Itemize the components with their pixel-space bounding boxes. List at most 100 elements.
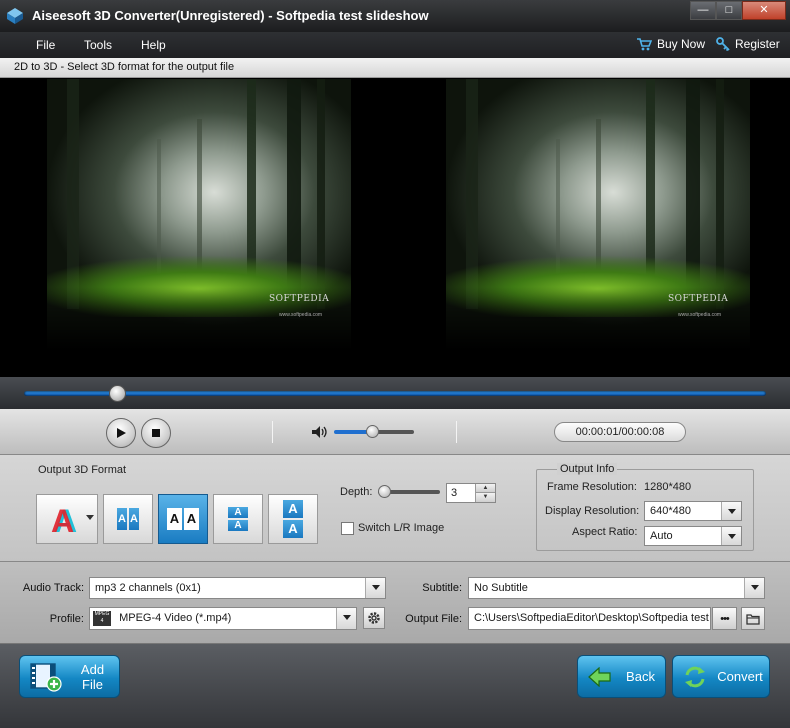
- play-icon: [117, 428, 126, 438]
- hint-bar: 2D to 3D - Select 3D format for the outp…: [0, 58, 790, 78]
- aspect-ratio-value: Auto: [650, 530, 673, 542]
- register-label: Register: [735, 37, 780, 51]
- back-button[interactable]: Back: [577, 655, 666, 698]
- title-bar: Aiseesoft 3D Converter(Unregistered) - S…: [0, 0, 790, 32]
- preview-watermark-url: www.softpedia.com: [678, 312, 722, 318]
- subtitle-label: Subtitle:: [422, 582, 462, 594]
- folder-icon: [746, 613, 760, 625]
- output-settings-panel: Audio Track: mp3 2 channels (0x1) Subtit…: [0, 562, 790, 644]
- preview-watermark-url: www.softpedia.com: [279, 312, 323, 318]
- switch-lr-checkbox[interactable]: [341, 522, 354, 535]
- profile-select[interactable]: MPEG 4 MPEG-4 Video (*.mp4): [89, 607, 357, 630]
- gear-icon: [368, 612, 380, 624]
- open-folder-button[interactable]: [741, 607, 765, 630]
- audio-track-label: Audio Track:: [22, 582, 84, 594]
- display-resolution-select[interactable]: 640*480: [644, 501, 742, 521]
- side-by-side-full-icon: A A: [167, 508, 199, 530]
- register-link[interactable]: Register: [716, 37, 780, 51]
- hint-text: 2D to 3D - Select 3D format for the outp…: [14, 61, 235, 73]
- buy-now-link[interactable]: Buy Now: [636, 37, 705, 51]
- output-info-group: Output Info Frame Resolution: 1280*480 D…: [536, 463, 754, 551]
- add-file-icon: [30, 662, 62, 692]
- buy-now-label: Buy Now: [657, 37, 706, 51]
- display-resolution-label: Display Resolution:: [545, 505, 640, 517]
- depth-label: Depth:: [340, 486, 373, 498]
- display-resolution-value: 640*480: [650, 505, 691, 517]
- playback-controls: 00:00:01/00:00:08: [0, 409, 790, 455]
- preview-left-image: SOFTPEDIA www.softpedia.com: [47, 79, 351, 377]
- convert-refresh-icon: [685, 666, 705, 687]
- output-info-legend: Output Info: [557, 463, 618, 475]
- aspect-ratio-select[interactable]: Auto: [644, 526, 742, 546]
- seek-bar-area: [0, 377, 790, 409]
- time-display: 00:00:01/00:00:08: [554, 422, 686, 442]
- preview-right-image: SOFTPEDIA www.softpedia.com: [446, 79, 750, 377]
- chevron-down-icon[interactable]: [336, 608, 356, 629]
- output-format-panel: Output 3D Format A A A A A A A A A A Dep…: [0, 455, 790, 562]
- menu-bar: File Tools Help Buy Now Register: [0, 32, 790, 58]
- audio-track-value: mp3 2 channels (0x1): [95, 582, 201, 594]
- output-file-input[interactable]: C:\Users\SoftpediaEditor\Desktop\Softped…: [468, 607, 711, 630]
- side-by-side-half-icon: A A: [117, 508, 139, 530]
- chevron-down-icon[interactable]: [721, 527, 741, 545]
- back-label: Back: [626, 669, 655, 684]
- format-top-bottom-full-button[interactable]: A A: [268, 494, 318, 544]
- switch-lr-label: Switch L/R Image: [358, 522, 445, 534]
- chevron-down-icon[interactable]: [721, 502, 741, 520]
- close-button[interactable]: ✕: [742, 1, 786, 20]
- mpeg4-icon: MPEG 4: [93, 610, 111, 626]
- subtitle-value: No Subtitle: [474, 582, 528, 594]
- depth-up-button[interactable]: ▲: [475, 484, 495, 493]
- seek-thumb[interactable]: [108, 385, 126, 402]
- depth-value: 3: [451, 487, 458, 499]
- svg-text:A: A: [51, 503, 74, 536]
- bottom-action-bar: Add File Back Convert: [0, 644, 790, 728]
- stop-icon: [152, 429, 160, 437]
- preview-area: SOFTPEDIA www.softpedia.com SOFTPEDIA ww…: [0, 79, 790, 377]
- window-title: Aiseesoft 3D Converter(Unregistered) - S…: [32, 8, 429, 23]
- maximize-button[interactable]: □: [716, 1, 742, 20]
- preview-watermark: SOFTPEDIA: [269, 294, 330, 304]
- format-top-bottom-half-button[interactable]: A A: [213, 494, 263, 544]
- convert-button[interactable]: Convert: [672, 655, 770, 698]
- chevron-down-icon[interactable]: [365, 578, 385, 598]
- menu-file[interactable]: File: [36, 38, 55, 52]
- depth-thumb[interactable]: [378, 485, 391, 498]
- top-bottom-half-icon: A A: [228, 507, 248, 531]
- menu-help[interactable]: Help: [141, 38, 166, 52]
- depth-spinner[interactable]: 3 ▲ ▼: [446, 483, 496, 503]
- menu-tools[interactable]: Tools: [84, 38, 112, 52]
- profile-settings-button[interactable]: [363, 607, 385, 629]
- key-icon: [716, 37, 730, 51]
- anaglyph-dropdown-icon[interactable]: [86, 515, 94, 520]
- subtitle-select[interactable]: No Subtitle: [468, 577, 765, 599]
- anaglyph-icon: A A: [51, 503, 77, 536]
- back-arrow-icon: [588, 666, 611, 687]
- browse-button[interactable]: •••: [712, 607, 737, 630]
- frame-resolution-value: 1280*480: [644, 481, 692, 493]
- volume-thumb[interactable]: [366, 425, 380, 438]
- profile-label: Profile:: [49, 613, 84, 625]
- output-3d-format-label: Output 3D Format: [38, 464, 127, 476]
- minimize-button[interactable]: —: [690, 1, 716, 20]
- add-file-button[interactable]: Add File: [19, 655, 120, 698]
- add-file-label: Add File: [80, 661, 105, 692]
- format-anaglyph-button[interactable]: A A: [36, 494, 98, 544]
- frame-resolution-label: Frame Resolution:: [547, 481, 637, 493]
- convert-label: Convert: [717, 669, 763, 684]
- aspect-ratio-label: Aspect Ratio:: [572, 526, 638, 538]
- output-file-label: Output File:: [405, 613, 462, 625]
- profile-value: MPEG-4 Video (*.mp4): [119, 612, 232, 624]
- seek-bar[interactable]: [24, 391, 766, 396]
- audio-track-select[interactable]: mp3 2 channels (0x1): [89, 577, 386, 599]
- chevron-down-icon[interactable]: [744, 578, 764, 598]
- preview-watermark: SOFTPEDIA: [668, 294, 729, 304]
- play-button[interactable]: [106, 418, 136, 448]
- depth-down-button[interactable]: ▼: [475, 493, 495, 502]
- app-logo-icon: [7, 8, 23, 24]
- volume-icon[interactable]: [311, 425, 329, 439]
- cart-icon: [637, 38, 652, 51]
- format-side-by-side-half-button[interactable]: A A: [103, 494, 153, 544]
- format-side-by-side-full-button[interactable]: A A: [158, 494, 208, 544]
- stop-button[interactable]: [141, 418, 171, 448]
